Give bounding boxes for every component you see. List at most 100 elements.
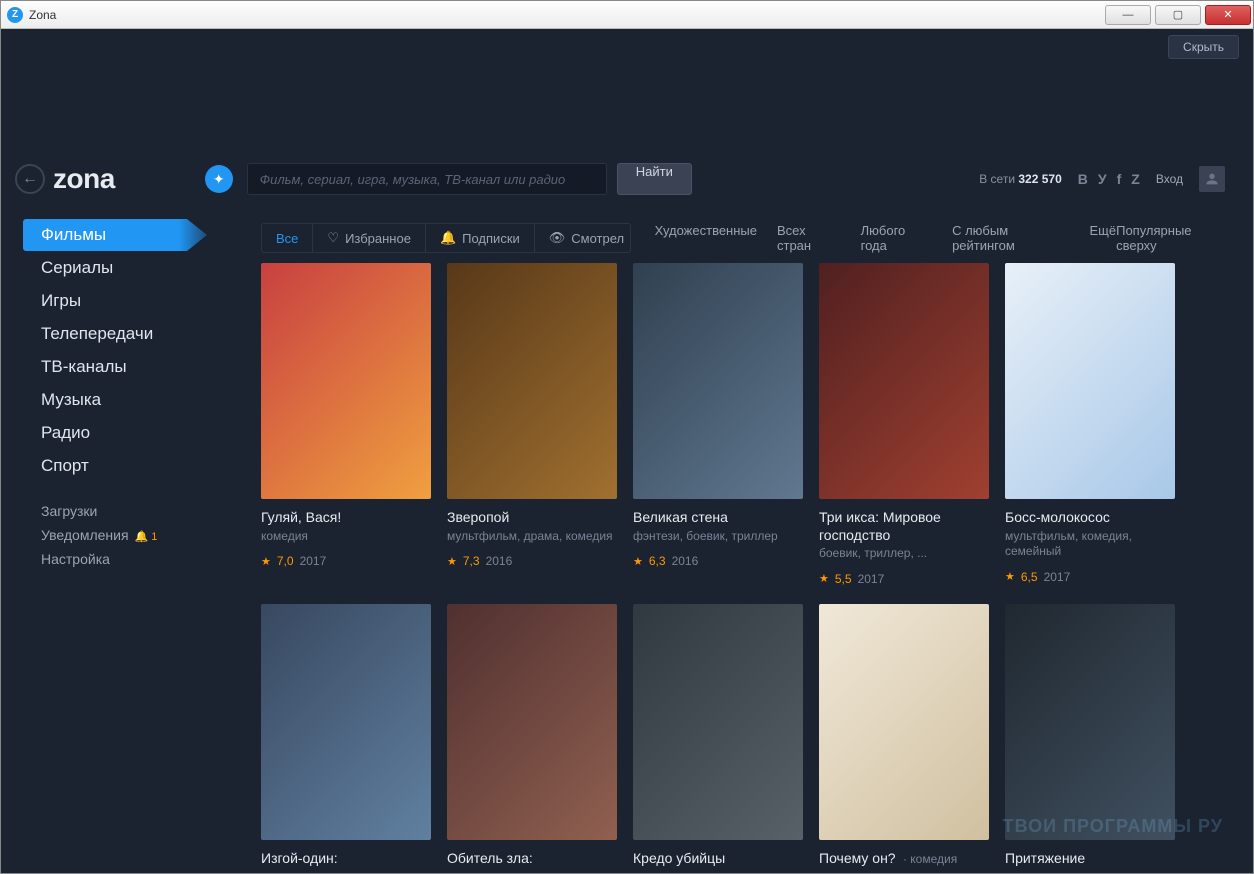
sidebar-item-4[interactable]: ТВ-каналы xyxy=(23,351,223,383)
view-tabs: Все♡Избранное🔔Подписки👁Смотрел xyxy=(261,223,631,253)
sidebar-item-3[interactable]: Телепередачи xyxy=(23,318,223,350)
movie-poster xyxy=(633,263,803,499)
window-title: Zona xyxy=(29,8,56,22)
movie-genre: боевик, триллер, ... xyxy=(819,546,989,562)
star-icon: ★ xyxy=(633,555,643,568)
movie-card[interactable]: Великая стена фэнтези, боевик, триллер ★6,… xyxy=(633,263,803,586)
filter-2[interactable]: Любого года xyxy=(861,223,932,253)
logo[interactable]: zona xyxy=(53,163,115,195)
movie-poster xyxy=(1005,604,1175,840)
content-scroll[interactable]: Гуляй, Вася! комедия ★7,02017 Зверопой мульт… xyxy=(261,263,1245,871)
movie-title: Притяжение xyxy=(1005,850,1175,868)
movie-title: Гуляй, Вася! xyxy=(261,509,431,527)
movie-genre: фэнтези, боевик, триллер xyxy=(633,529,803,545)
star-icon: ★ xyxy=(819,572,829,585)
sidebar-item-6[interactable]: Радио xyxy=(23,417,223,449)
notification-badge-icon: 🔔 1 xyxy=(135,531,158,543)
header-right: В сети 322 570 B У f Z Вход xyxy=(979,166,1225,192)
heart-icon: ♡ xyxy=(327,230,339,246)
movie-card[interactable]: Зверопой мультфильм, драма, комедия ★7,320… xyxy=(447,263,617,586)
twitter-icon[interactable]: У xyxy=(1098,171,1107,187)
sidebar-sub-2[interactable]: Настройка xyxy=(23,547,223,571)
movie-title: Изгой-один: xyxy=(261,850,431,868)
back-button[interactable]: ← xyxy=(15,164,45,194)
movie-poster xyxy=(447,263,617,499)
filter-3[interactable]: С любым рейтингом xyxy=(952,223,1069,253)
movie-poster xyxy=(819,263,989,499)
movie-title: Три икса: Мировое господство xyxy=(819,509,989,544)
search-button[interactable]: Найти xyxy=(617,163,692,195)
view-tab-2[interactable]: 🔔Подписки xyxy=(426,224,535,252)
maximize-button[interactable]: ▢ xyxy=(1155,5,1201,25)
star-icon: ★ xyxy=(1005,570,1015,583)
sidebar-item-1[interactable]: Сериалы xyxy=(23,252,223,284)
movie-title: Зверопой xyxy=(447,509,617,527)
avatar[interactable] xyxy=(1199,166,1225,192)
star-icon: ★ xyxy=(447,555,457,568)
movie-poster xyxy=(819,604,989,840)
movie-poster xyxy=(1005,263,1175,499)
movie-card[interactable]: Притяжение xyxy=(1005,604,1175,868)
movie-title: Босс-молокосос xyxy=(1005,509,1175,527)
sidebar-item-0[interactable]: Фильмы xyxy=(23,219,223,251)
header: ← zona ✦ Фильм, сериал, игра, музыка, ТВ… xyxy=(1,155,1253,203)
movie-genre: комедия xyxy=(261,529,431,545)
filter-0[interactable]: Художественные xyxy=(655,223,757,253)
eye-icon: 👁 xyxy=(549,230,566,246)
movie-card[interactable]: Обитель зла: xyxy=(447,604,617,868)
zona-icon[interactable]: Z xyxy=(1131,171,1140,187)
login-link[interactable]: Вход xyxy=(1156,172,1183,186)
search-input[interactable]: Фильм, сериал, игра, музыка, ТВ-канал ил… xyxy=(247,163,607,195)
view-tab-0[interactable]: Все xyxy=(262,224,313,252)
sidebar-item-5[interactable]: Музыка xyxy=(23,384,223,416)
movie-poster xyxy=(447,604,617,840)
movie-title: Кредо убийцы xyxy=(633,850,803,868)
vk-icon[interactable]: B xyxy=(1078,171,1088,187)
close-button[interactable]: ✕ xyxy=(1205,5,1251,25)
movie-grid: Гуляй, Вася! комедия ★7,02017 Зверопой мульт… xyxy=(261,263,1235,867)
star-icon: ★ xyxy=(261,555,271,568)
movie-card[interactable]: Босс-молокосос мультфильм, комедия, семей… xyxy=(1005,263,1175,586)
movie-genre: мультфильм, драма, комедия xyxy=(447,529,617,545)
movie-meta: ★7,32016 xyxy=(447,554,617,568)
hide-panel-button[interactable]: Скрыть xyxy=(1168,35,1239,59)
minimize-button[interactable]: — xyxy=(1105,5,1151,25)
app-icon: Z xyxy=(7,7,23,23)
filter-links: Художественные Всех стран Любого года С люб… xyxy=(655,223,1117,253)
movie-meta: ★6,32016 xyxy=(633,554,803,568)
filter-bar: Все♡Избранное🔔Подписки👁Смотрел Художеств… xyxy=(261,223,1233,253)
search-placeholder: Фильм, сериал, игра, музыка, ТВ-канал ил… xyxy=(260,172,566,187)
titlebar: Z Zona — ▢ ✕ xyxy=(1,1,1253,29)
sidebar: ФильмыСериалыИгрыТелепередачиТВ-каналыМу… xyxy=(23,219,223,571)
sidebar-sub-1[interactable]: Уведомления🔔 1 xyxy=(23,523,223,547)
filter-1[interactable]: Всех стран xyxy=(777,223,841,253)
promo-badge-icon[interactable]: ✦ xyxy=(205,165,233,193)
facebook-icon[interactable]: f xyxy=(1117,171,1122,187)
movie-poster xyxy=(633,604,803,840)
sidebar-sub-0[interactable]: Загрузки xyxy=(23,499,223,523)
movie-card[interactable]: Почему он? · комедия xyxy=(819,604,989,868)
movie-card[interactable]: Изгой-один: xyxy=(261,604,431,868)
bell-icon: 🔔 xyxy=(440,230,456,246)
movie-meta: ★5,52017 xyxy=(819,572,989,586)
movie-meta: ★7,02017 xyxy=(261,554,431,568)
view-tab-3[interactable]: 👁Смотрел xyxy=(535,224,631,252)
filter-4[interactable]: Ещё xyxy=(1089,223,1116,253)
movie-meta: ★6,52017 xyxy=(1005,570,1175,584)
window-controls: — ▢ ✕ xyxy=(1103,5,1253,25)
movie-poster xyxy=(261,263,431,499)
movie-title: Почему он? · комедия xyxy=(819,850,989,868)
app-window: Z Zona — ▢ ✕ Скрыть ← zona ✦ Фильм, сери… xyxy=(0,0,1254,874)
movie-card[interactable]: Кредо убийцы xyxy=(633,604,803,868)
sort-dropdown[interactable]: Популярные сверху xyxy=(1116,223,1233,253)
movie-genre: мультфильм, комедия, семейный xyxy=(1005,529,1175,560)
movie-title: Великая стена xyxy=(633,509,803,527)
view-tab-1[interactable]: ♡Избранное xyxy=(313,224,426,252)
movie-card[interactable]: Гуляй, Вася! комедия ★7,02017 xyxy=(261,263,431,586)
online-status: В сети 322 570 xyxy=(979,172,1062,186)
movie-card[interactable]: Три икса: Мировое господство боевик, трил… xyxy=(819,263,989,586)
sidebar-item-7[interactable]: Спорт xyxy=(23,450,223,482)
movie-title: Обитель зла: xyxy=(447,850,617,868)
social-links: B У f Z xyxy=(1078,171,1140,187)
sidebar-item-2[interactable]: Игры xyxy=(23,285,223,317)
